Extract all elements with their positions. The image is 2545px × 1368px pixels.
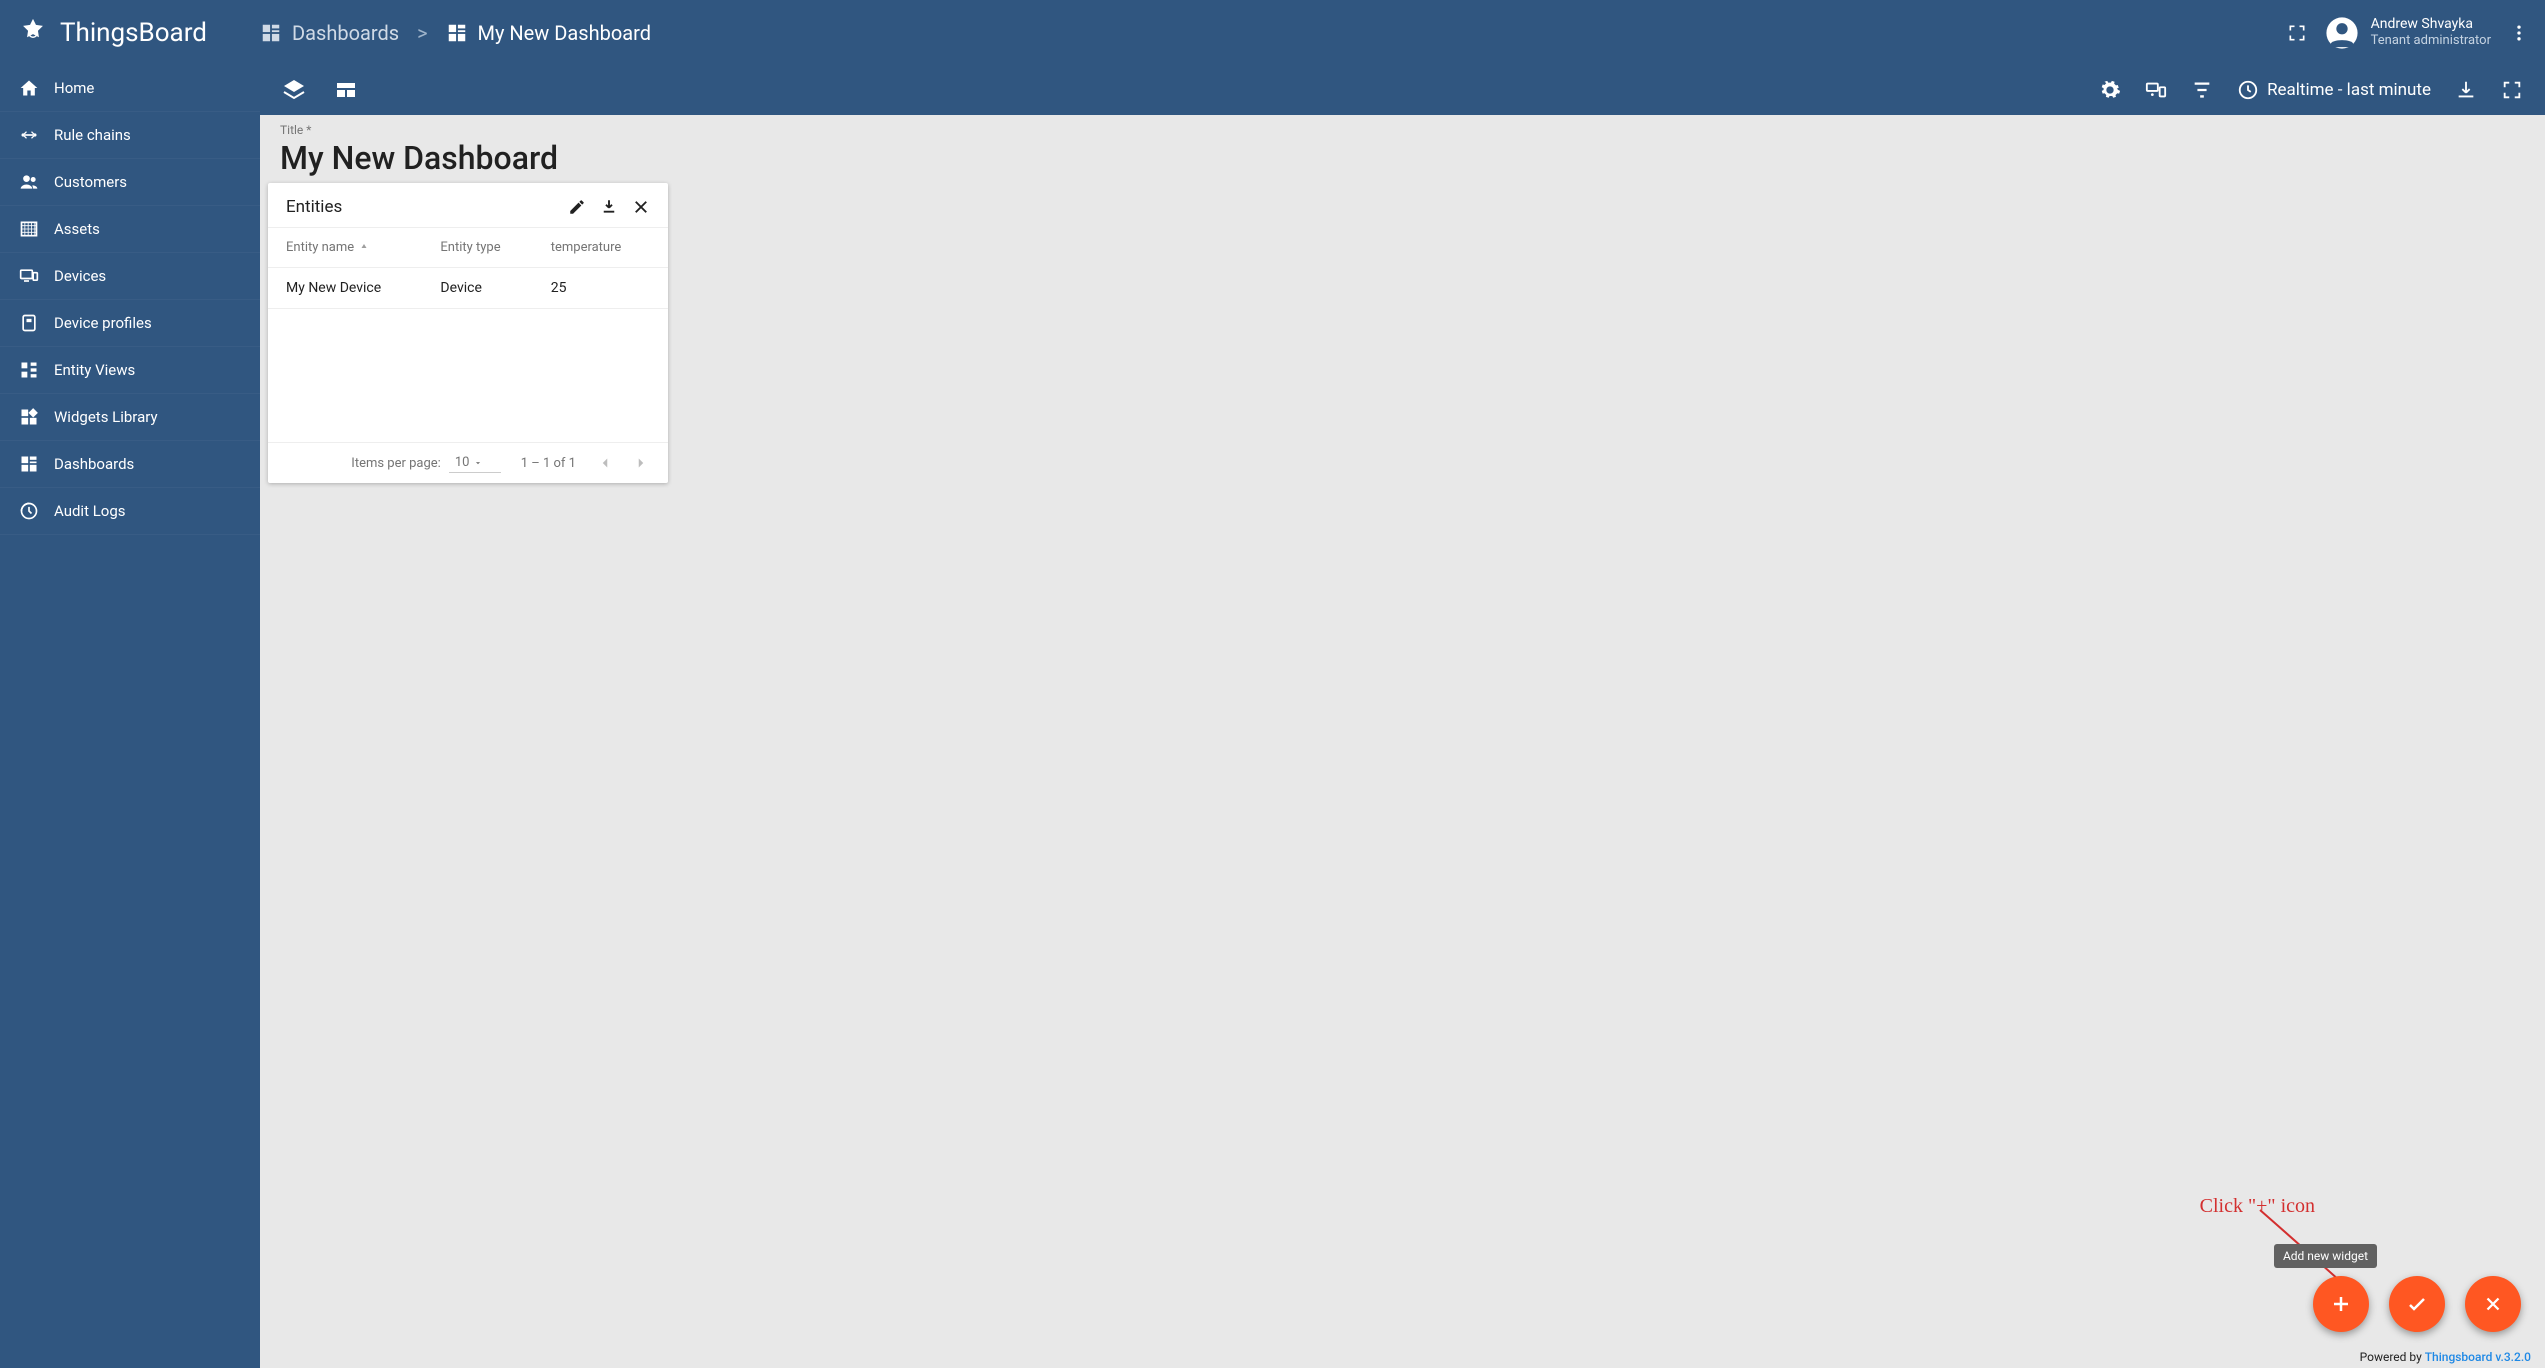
audit-icon [18,500,40,522]
prev-page-icon[interactable] [596,454,614,472]
user-block[interactable]: Andrew Shvayka Tenant administrator [2325,16,2491,50]
sidebar-item-label: Devices [54,267,106,285]
cancel-button[interactable] [2465,1276,2521,1332]
entity-icon [18,359,40,381]
dashboard-canvas[interactable]: Entities Entity name Entity type tempera… [260,183,2545,1368]
title-label: Title * [280,123,2525,137]
logo-icon [16,16,50,50]
col-entity-name[interactable]: Entity name [286,240,440,255]
clock-icon [2237,79,2259,101]
page-size-select[interactable]: 10 [449,453,501,473]
tooltip-add-widget: Add new widget [2274,1244,2377,1268]
close-icon[interactable] [632,198,650,216]
sidebar-item-label: Audit Logs [54,502,126,520]
breadcrumb-current-label: My New Dashboard [478,21,651,45]
next-page-icon[interactable] [632,454,650,472]
timewindow-label: Realtime - last minute [2267,80,2431,100]
app-logo[interactable]: ThingsBoard [16,16,260,50]
sidebar-item-home[interactable]: Home [0,65,260,112]
cell-type: Device [440,280,550,296]
annotation-text: Click "+" icon [2200,1195,2315,1218]
top-header: ThingsBoard Dashboards > My New Dashboar… [0,0,2545,65]
sidebar-item-customers[interactable]: Customers [0,159,260,206]
sidebar-item-label: Rule chains [54,126,131,144]
breadcrumb-root-label: Dashboards [292,21,399,45]
sidebar-item-label: Device profiles [54,314,152,332]
devices-icon [18,265,40,287]
dashboard-icon [446,22,468,44]
sidebar-item-label: Home [54,79,94,97]
fullscreen-icon[interactable] [2501,79,2523,101]
sidebar-item-label: Widgets Library [54,408,158,426]
edit-icon[interactable] [568,198,586,216]
customers-icon [18,171,40,193]
home-icon [18,77,40,99]
avatar-icon [2325,16,2359,50]
col-temperature[interactable]: temperature [551,240,650,255]
user-name: Andrew Shvayka [2371,16,2491,33]
dashboard-toolbar: Realtime - last minute [260,65,2545,115]
settings-icon[interactable] [2099,79,2121,101]
footer-prefix: Powered by [2360,1350,2425,1364]
pager: Items per page: 10 1 – 1 of 1 [268,442,668,483]
pager-range: 1 – 1 of 1 [521,456,576,471]
user-role: Tenant administrator [2371,33,2491,49]
sidebar-item-label: Assets [54,220,100,238]
sidebar-item-widgets-library[interactable]: Widgets Library [0,394,260,441]
col-entity-type[interactable]: Entity type [440,240,550,255]
breadcrumb-root[interactable]: Dashboards [260,21,399,45]
table-row[interactable]: My New Device Device 25 [268,268,668,309]
sidebar-item-rule-chains[interactable]: Rule chains [0,112,260,159]
cell-temperature: 25 [551,280,650,296]
sidebar-item-label: Dashboards [54,455,134,473]
filter-icon[interactable] [2191,79,2213,101]
assets-icon [18,218,40,240]
table-header: Entity name Entity type temperature [268,227,668,268]
sidebar-item-audit-logs[interactable]: Audit Logs [0,488,260,535]
sidebar-item-entity-views[interactable]: Entity Views [0,347,260,394]
title-value[interactable]: My New Dashboard [280,139,2525,177]
dashboards-icon [18,453,40,475]
entity-aliases-icon[interactable] [2145,79,2167,101]
add-widget-button[interactable] [2313,1276,2369,1332]
apply-button[interactable] [2389,1276,2445,1332]
sidebar: Home Rule chains Customers Assets Device… [0,65,260,1368]
profile-icon [18,312,40,334]
timewindow-button[interactable]: Realtime - last minute [2237,79,2431,101]
sidebar-item-label: Customers [54,173,127,191]
sidebar-item-dashboards[interactable]: Dashboards [0,441,260,488]
sidebar-item-assets[interactable]: Assets [0,206,260,253]
sidebar-item-devices[interactable]: Devices [0,253,260,300]
dashboard-icon [260,22,282,44]
widgets-icon [18,406,40,428]
entities-widget[interactable]: Entities Entity name Entity type tempera… [268,183,668,483]
more-vert-icon[interactable] [2509,23,2529,43]
title-area: Title * My New Dashboard [260,115,2545,183]
fullscreen-icon[interactable] [2287,23,2307,43]
export-icon[interactable] [2455,79,2477,101]
download-icon[interactable] [600,198,618,216]
layers-icon[interactable] [282,78,306,102]
layout-icon[interactable] [334,78,358,102]
footer-link[interactable]: Thingsboard v.3.2.0 [2425,1350,2531,1364]
widget-title: Entities [286,197,342,217]
cell-name: My New Device [286,280,440,296]
sidebar-item-device-profiles[interactable]: Device profiles [0,300,260,347]
sidebar-item-label: Entity Views [54,361,135,379]
app-name: ThingsBoard [60,18,207,48]
breadcrumb: Dashboards > My New Dashboard [260,21,651,45]
breadcrumb-separator: > [417,21,427,45]
pager-label: Items per page: [351,456,441,471]
main-content: Realtime - last minute Title * My New Da… [260,65,2545,1368]
footer: Powered by Thingsboard v.3.2.0 [2360,1350,2531,1364]
rule-icon [18,124,40,146]
breadcrumb-current[interactable]: My New Dashboard [446,21,651,45]
